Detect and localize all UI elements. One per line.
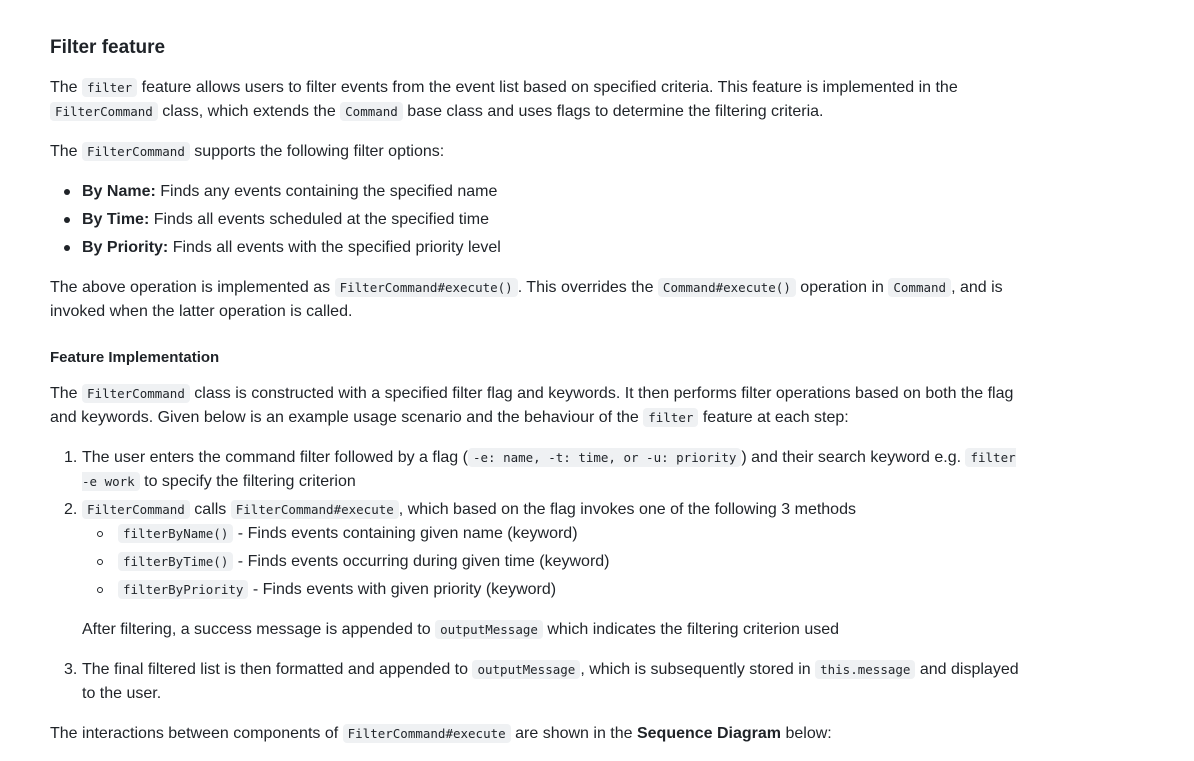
text: class is constructed with a specified fi…: [50, 385, 1014, 426]
text: - Finds events with given priority (keyw…: [248, 581, 557, 598]
text: The: [50, 143, 83, 160]
section-heading: Filter feature: [50, 37, 166, 58]
inline-code: filterByName(): [118, 524, 234, 543]
inline-code: FilterCommand: [82, 500, 190, 519]
inline-code: Command: [888, 278, 952, 297]
option-label: By Time:: [82, 211, 150, 228]
bold-text: Sequence Diagram: [636, 725, 782, 742]
step-item: 1. The user enters the command filter fo…: [64, 446, 1030, 494]
text: - Finds events containing given name (ke…: [233, 525, 578, 542]
list-item: By Name: Finds any events containing the…: [64, 180, 1030, 204]
option-text: Finds all events scheduled at the specif…: [149, 211, 490, 228]
inline-code: -e: name, -t: time, or -u: priority: [467, 448, 742, 467]
option-label: By Name:: [82, 183, 156, 200]
step-item: 2. FilterCommand calls FilterCommand#exe…: [64, 498, 1030, 642]
implementation-paragraph: The above operation is implemented as Fi…: [50, 276, 1030, 324]
inline-code: filter: [643, 408, 699, 427]
inline-code: FilterCommand#execute(): [334, 278, 518, 297]
text: which indicates the filtering criterion …: [542, 621, 840, 638]
inline-code: FilterCommand: [50, 102, 158, 121]
option-text: Finds all events with the specified prio…: [168, 239, 501, 256]
text: After filtering, a success message is ap…: [82, 621, 436, 638]
text: The final filtered list is then formatte…: [82, 661, 473, 678]
text: The: [50, 79, 83, 96]
step-number: 1.: [64, 449, 78, 466]
text: class, which extends the: [157, 103, 341, 120]
text: The interactions between components of: [50, 725, 343, 742]
text: ) and their search keyword e.g.: [741, 449, 966, 466]
text: are shown in the: [510, 725, 637, 742]
text: The: [50, 385, 83, 402]
inline-code: Command#execute(): [657, 278, 796, 297]
text: calls: [189, 501, 231, 518]
methods-list: filterByName() - Finds events containing…: [82, 522, 1030, 602]
method-item: filterByName() - Finds events containing…: [97, 522, 1030, 546]
inline-code: filterByPriority: [118, 580, 249, 599]
step-number: 3.: [64, 661, 78, 678]
text: The user enters the command filter follo…: [82, 449, 468, 466]
text: base class and uses flags to determine t…: [402, 103, 824, 120]
text: The above operation is implemented as: [50, 279, 335, 296]
inline-code: FilterCommand: [82, 384, 190, 403]
method-item: filterByTime() - Finds events occurring …: [97, 550, 1030, 574]
subsection-heading: Feature Implementation: [50, 349, 220, 366]
inline-code: filter: [82, 78, 138, 97]
option-text: Finds any events containing the specifie…: [155, 183, 498, 200]
options-intro: The FilterCommand supports the following…: [50, 140, 1030, 164]
text: , which is subsequently stored in: [580, 661, 816, 678]
inline-code: Command: [340, 102, 403, 121]
inline-code: outputMessage: [435, 620, 543, 639]
inline-code: this.message: [815, 660, 916, 679]
after-filtering-paragraph: After filtering, a success message is ap…: [82, 618, 1030, 642]
list-item: By Time: Finds all events scheduled at t…: [64, 208, 1030, 232]
text: , which based on the flag invokes one of…: [398, 501, 856, 518]
steps-list: 1. The user enters the command filter fo…: [50, 446, 1030, 706]
text: supports the following filter options:: [189, 143, 445, 160]
method-item: filterByPriority - Finds events with giv…: [97, 578, 1030, 602]
text: to specify the filtering criterion: [139, 473, 356, 490]
step-number: 2.: [64, 501, 78, 518]
inline-code: filterByTime(): [118, 552, 234, 571]
text: operation in: [795, 279, 889, 296]
sequence-diagram-paragraph: The interactions between components of F…: [50, 722, 1030, 746]
filter-options-list: By Name: Finds any events containing the…: [50, 180, 1030, 260]
inline-code: outputMessage: [472, 660, 581, 679]
text: - Finds events occurring during given ti…: [233, 553, 610, 570]
text: . This overrides the: [517, 279, 658, 296]
step-item: 3. The final filtered list is then forma…: [64, 658, 1030, 706]
option-label: By Priority:: [82, 239, 169, 256]
inline-code: FilterCommand: [82, 142, 190, 161]
list-item: By Priority: Finds all events with the s…: [64, 236, 1030, 260]
intro-paragraph: The filter feature allows users to filte…: [50, 76, 1030, 124]
inline-code: FilterCommand#execute: [342, 724, 511, 743]
text: below:: [781, 725, 832, 742]
inline-code: FilterCommand#execute: [230, 500, 399, 519]
implementation-intro: The FilterCommand class is constructed w…: [50, 382, 1030, 430]
text: feature at each step:: [698, 409, 849, 426]
document: Filter feature The filter feature allows…: [0, 0, 1030, 746]
text: feature allows users to filter events fr…: [137, 79, 958, 96]
